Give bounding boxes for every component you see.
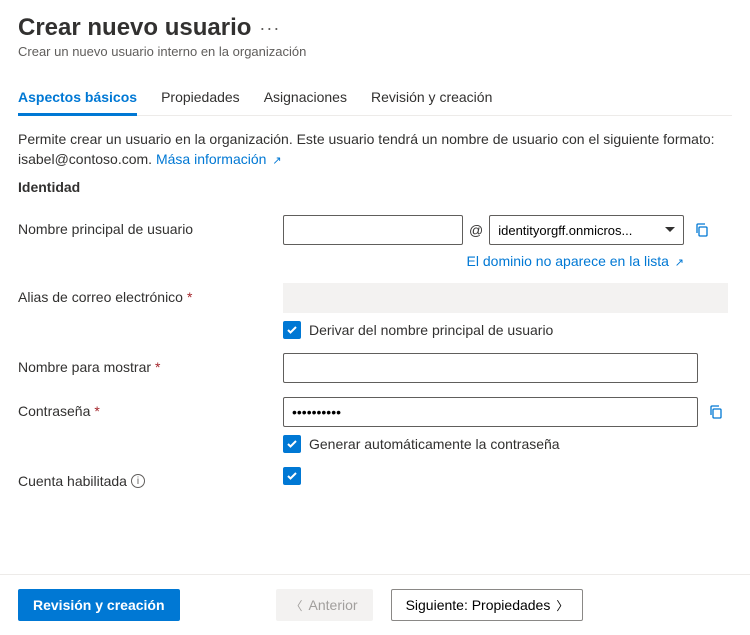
footer-bar: Revisión y creación 〈 Anterior Siguiente… xyxy=(0,574,750,635)
copy-upn-icon[interactable] xyxy=(694,222,710,238)
copy-password-icon[interactable] xyxy=(708,404,724,420)
derive-alias-label: Derivar del nombre principal de usuario xyxy=(309,322,553,338)
description-text: Permite crear un usuario en la organizac… xyxy=(18,130,718,169)
learn-more-link[interactable]: Mása información ↗ xyxy=(156,151,282,167)
domain-select[interactable]: identityorgff.onmicros... xyxy=(489,215,684,245)
external-link-icon: ↗ xyxy=(272,155,281,167)
tab-properties[interactable]: Propiedades xyxy=(161,81,240,115)
upn-input[interactable] xyxy=(283,215,463,245)
display-name-label: Nombre para mostrar xyxy=(18,359,151,375)
account-enabled-label: Cuenta habilitada xyxy=(18,473,127,489)
display-name-input[interactable] xyxy=(283,353,698,383)
review-create-button[interactable]: Revisión y creación xyxy=(18,589,180,621)
auto-password-label: Generar automáticamente la contraseña xyxy=(309,436,560,452)
page-subtitle: Crear un nuevo usuario interno en la org… xyxy=(18,44,732,59)
next-label: Siguiente: Propiedades xyxy=(406,597,551,613)
derive-alias-checkbox[interactable] xyxy=(283,321,301,339)
tab-review[interactable]: Revisión y creación xyxy=(371,81,492,115)
chevron-left-icon: 〈 xyxy=(291,597,303,614)
description-body: Permite crear un usuario en la organizac… xyxy=(18,131,715,167)
alias-label: Alias de correo electrónico xyxy=(18,289,183,305)
tab-basics[interactable]: Aspectos básicos xyxy=(18,81,137,115)
password-input[interactable] xyxy=(283,397,698,427)
previous-label: Anterior xyxy=(309,597,358,613)
more-actions-icon[interactable]: ··· xyxy=(259,18,280,39)
next-button[interactable]: Siguiente: Propiedades 〉 xyxy=(391,589,584,621)
alias-field-disabled xyxy=(283,283,728,313)
auto-password-checkbox[interactable] xyxy=(283,435,301,453)
password-label: Contraseña xyxy=(18,403,90,419)
required-marker: * xyxy=(155,359,160,375)
external-link-icon: ↗ xyxy=(675,257,684,269)
page-title: Crear nuevo usuario xyxy=(18,14,251,42)
learn-more-label: Mása información xyxy=(156,151,267,167)
chevron-right-icon: 〉 xyxy=(556,597,568,614)
required-marker: * xyxy=(187,289,192,305)
domain-not-listed-link[interactable]: El dominio no aparece en la lista ↗ xyxy=(467,253,684,269)
at-symbol: @ xyxy=(469,222,483,238)
domain-not-listed-label: El dominio no aparece en la lista xyxy=(467,253,669,269)
upn-label: Nombre principal de usuario xyxy=(18,215,283,237)
info-icon[interactable]: i xyxy=(131,474,145,488)
tab-bar: Aspectos básicos Propiedades Asignacione… xyxy=(18,81,732,116)
previous-button: 〈 Anterior xyxy=(276,589,373,621)
account-enabled-checkbox[interactable] xyxy=(283,467,301,485)
tab-assignments[interactable]: Asignaciones xyxy=(264,81,347,115)
required-marker: * xyxy=(94,403,99,419)
identity-section-title: Identidad xyxy=(18,179,732,195)
